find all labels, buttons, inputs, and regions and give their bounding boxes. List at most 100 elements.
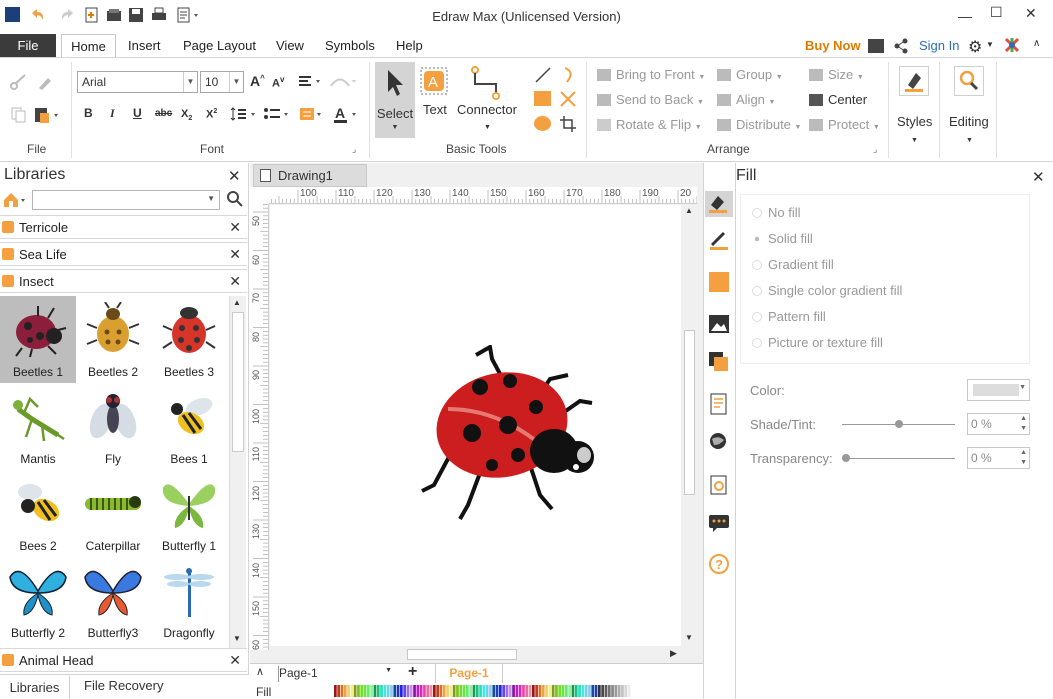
select-tool-button[interactable]: Select ▼	[375, 62, 415, 138]
shape-butterfly-1[interactable]: Butterfly 1	[151, 470, 227, 557]
palette-swatch[interactable]	[558, 685, 562, 697]
vertical-scrollbar[interactable]: ▲ ▼	[681, 205, 698, 646]
palette-swatch[interactable]	[614, 685, 618, 697]
chevron-down-icon[interactable]: ▼	[233, 634, 241, 643]
collapse-ribbon-icon[interactable]: ∧	[1033, 38, 1040, 49]
center-button[interactable]: Center	[809, 92, 867, 107]
palette-swatch[interactable]	[508, 685, 512, 697]
palette-swatch[interactable]	[594, 685, 598, 697]
shape-caterpillar[interactable]: Caterpillar	[75, 470, 151, 557]
palette-swatch[interactable]	[512, 685, 515, 697]
strikethrough-icon[interactable]: abc	[155, 108, 172, 119]
minimize-icon[interactable]: —	[958, 8, 972, 24]
palette-swatch[interactable]	[446, 685, 449, 697]
palette-swatch[interactable]	[588, 685, 591, 697]
size-button[interactable]: Size ▼	[809, 67, 864, 82]
distribute-button[interactable]: Distribute ▼	[717, 117, 801, 132]
text-tool-icon[interactable]: A	[418, 66, 450, 96]
palette-swatch[interactable]	[416, 685, 420, 697]
underline-icon[interactable]: U	[133, 106, 142, 120]
text-curve-icon[interactable]	[330, 75, 358, 92]
close-icon[interactable]: ✕	[229, 652, 241, 669]
superscript-icon[interactable]: X2	[206, 108, 217, 121]
tab-page-layout[interactable]: Page Layout	[183, 34, 256, 58]
palette-swatch[interactable]	[479, 685, 482, 697]
document-tab[interactable]: Drawing1	[253, 164, 367, 187]
palette-swatch[interactable]	[469, 685, 472, 697]
palette-swatch[interactable]	[492, 685, 496, 697]
chevron-right-icon[interactable]: ▶	[670, 648, 677, 659]
library-category-terricole[interactable]: Terricole ✕	[0, 215, 247, 239]
radio-pattern-fill[interactable]: Pattern fill	[752, 309, 826, 324]
styles-icon[interactable]	[899, 66, 929, 96]
palette-swatch[interactable]	[462, 685, 466, 697]
gear-icon[interactable]: ⚙	[968, 37, 982, 57]
file-tab[interactable]: File	[0, 34, 56, 58]
shape-fly[interactable]: Fly	[75, 383, 151, 470]
transparency-slider[interactable]	[842, 458, 955, 459]
chevron-up-icon[interactable]: ▲	[685, 206, 693, 215]
page-panel-icon[interactable]	[708, 393, 730, 415]
palette-swatch[interactable]	[551, 685, 555, 697]
palette-swatch[interactable]	[475, 685, 479, 697]
shrink-font-icon[interactable]: Av	[272, 75, 284, 90]
close-icon[interactable]: ✕	[229, 273, 241, 290]
align-button[interactable]: Align ▼	[717, 92, 775, 107]
palette-swatch[interactable]	[624, 685, 628, 697]
palette-swatch[interactable]	[617, 685, 621, 697]
palette-swatch[interactable]	[611, 685, 614, 697]
radio-picture-texture-fill[interactable]: Picture or texture fill	[752, 335, 883, 350]
library-category-sea-life[interactable]: Sea Life ✕	[0, 242, 247, 266]
dialog-launcher-icon[interactable]: ⌟	[352, 144, 356, 155]
arc-tool-icon[interactable]	[559, 66, 577, 87]
library-search-input[interactable]: ▼	[32, 190, 220, 210]
palette-swatch[interactable]	[466, 685, 469, 697]
palette-swatch[interactable]	[439, 685, 443, 697]
line-tool-icon[interactable]	[534, 66, 552, 87]
chevron-down-icon[interactable]: ▼	[966, 137, 973, 144]
chevron-up-icon[interactable]: ∧	[256, 665, 264, 678]
palette-swatch[interactable]	[337, 685, 340, 697]
palette-swatch[interactable]	[525, 685, 529, 697]
palette-swatch[interactable]	[591, 685, 595, 697]
plugin-icon[interactable]	[1004, 37, 1020, 56]
palette-swatch[interactable]	[515, 685, 519, 697]
subscript-icon[interactable]: X2	[181, 108, 192, 122]
library-category-animal-head[interactable]: Animal Head ✕	[0, 648, 247, 672]
palette-swatch[interactable]	[449, 685, 453, 697]
shade-tint-slider-knob[interactable]	[895, 420, 903, 428]
palette-swatch[interactable]	[495, 685, 499, 697]
tab-insert[interactable]: Insert	[128, 34, 161, 58]
connector-tool-label[interactable]: Connector	[457, 102, 517, 117]
palette-swatch[interactable]	[343, 685, 347, 697]
palette-swatch[interactable]	[396, 685, 400, 697]
palette-swatch[interactable]	[472, 685, 476, 697]
palette-swatch[interactable]	[548, 685, 552, 697]
palette-swatch[interactable]	[426, 685, 430, 697]
attachment-panel-icon[interactable]	[708, 474, 730, 496]
palette-swatch[interactable]	[380, 685, 383, 697]
globe-icon[interactable]	[708, 431, 730, 453]
shape-bees-2[interactable]: Bees 2	[0, 470, 76, 557]
share-icon[interactable]	[868, 39, 884, 53]
grow-font-icon[interactable]: A^	[250, 73, 265, 89]
palette-swatch[interactable]	[409, 685, 413, 697]
bullets-icon[interactable]	[263, 107, 293, 124]
scroll-thumb[interactable]	[684, 330, 695, 495]
palette-swatch[interactable]	[373, 685, 377, 697]
palette-swatch[interactable]	[459, 685, 463, 697]
palette-swatch[interactable]	[578, 685, 581, 697]
palette-swatch[interactable]	[350, 685, 354, 697]
share-network-icon[interactable]	[894, 38, 908, 57]
close-icon[interactable]: ✕	[1025, 5, 1037, 22]
tab-help[interactable]: Help	[396, 34, 423, 58]
shape-beetles-1[interactable]: Beetles 1	[0, 296, 76, 383]
spinner-arrows-icon[interactable]: ▲ ▼	[1020, 448, 1027, 468]
protect-button[interactable]: Protect ▼	[809, 117, 880, 132]
chevron-down-icon[interactable]: ▼	[986, 40, 994, 49]
send-to-back-button[interactable]: Send to Back ▼	[597, 92, 704, 107]
palette-swatch[interactable]	[419, 685, 423, 697]
palette-swatch[interactable]	[538, 685, 542, 697]
palette-swatch[interactable]	[390, 685, 393, 697]
palette-swatch[interactable]	[363, 685, 367, 697]
